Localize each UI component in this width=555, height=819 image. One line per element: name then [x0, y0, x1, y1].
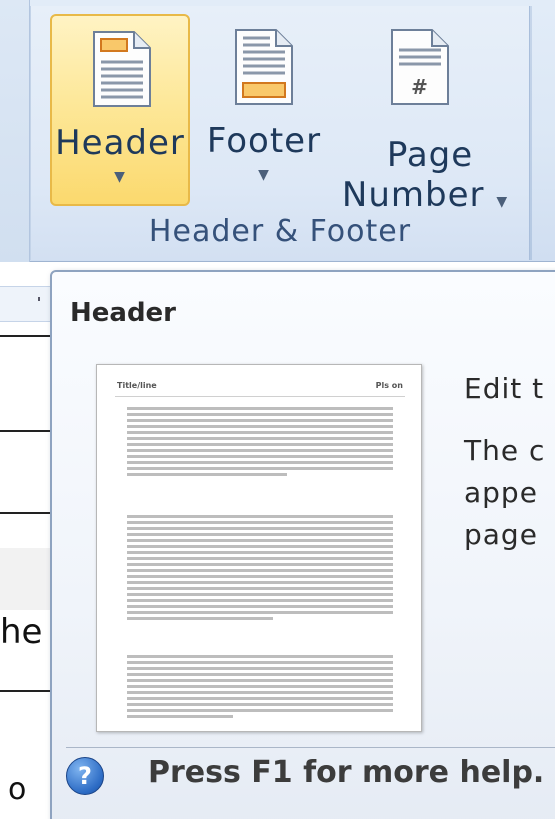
page-number-label-line1: Page [386, 135, 474, 175]
footer-button-label: Footer [206, 121, 322, 161]
header-supertip: Header Title/line Pls on Edit t The c ap… [50, 270, 555, 819]
header-doc-icon [93, 31, 151, 107]
page-number-label-row: Number ▼ [340, 175, 520, 215]
thumbnail-paragraph [127, 407, 393, 479]
tooltip-title: Header [70, 298, 177, 328]
document-rule-line [0, 430, 50, 432]
tooltip-description: Edit t The c appe page [464, 368, 545, 556]
tooltip-separator [66, 747, 555, 748]
document-rule-line [0, 512, 50, 514]
group-separator [530, 6, 532, 260]
document-rule-line [0, 690, 50, 692]
tooltip-description-line: appe [464, 476, 538, 509]
thumbnail-header-right: Pls on [375, 381, 403, 390]
document-text-fragment: he [0, 612, 43, 652]
tooltip-description-line: page [464, 518, 538, 551]
document-text-fragment: o [8, 772, 27, 807]
header-button[interactable]: Header ▼ [50, 14, 190, 206]
page-number-label-line2: Number [341, 175, 485, 215]
ribbon: Header ▼ Footer ▼ # Page Number ▼ Header… [0, 0, 555, 262]
page-number-dropdown-arrow-icon: ▼ [496, 194, 509, 210]
thumbnail-header-left: Title/line [117, 381, 157, 390]
help-text: Press F1 for more help. [148, 755, 545, 790]
footer-dropdown-arrow-icon: ▼ [258, 167, 270, 183]
ruler-tick [38, 297, 40, 301]
header-dropdown-arrow-icon: ▼ [114, 169, 126, 185]
header-preview-thumbnail: Title/line Pls on [96, 364, 422, 732]
page-number-button[interactable]: # Page Number ▼ [340, 14, 520, 213]
tooltip-description-line: Edit t [464, 372, 545, 405]
footer-doc-icon [235, 29, 293, 105]
document-shaded-row [0, 548, 50, 610]
tooltip-description-line: The c [464, 434, 546, 467]
ruler[interactable] [0, 286, 50, 322]
ribbon-left-group-edge [0, 0, 30, 262]
group-label: Header & Footer [148, 214, 412, 249]
footer-button[interactable]: Footer ▼ [200, 14, 328, 206]
thumbnail-paragraph [127, 655, 393, 721]
page-number-glyph: # [411, 75, 429, 99]
thumbnail-paragraph [127, 515, 393, 623]
document-rule-line [0, 335, 50, 337]
help-icon: ? [66, 757, 104, 795]
header-button-label: Header [55, 123, 185, 163]
page-number-doc-icon: # [391, 29, 449, 105]
thumbnail-header-bar: Title/line Pls on [115, 379, 405, 397]
